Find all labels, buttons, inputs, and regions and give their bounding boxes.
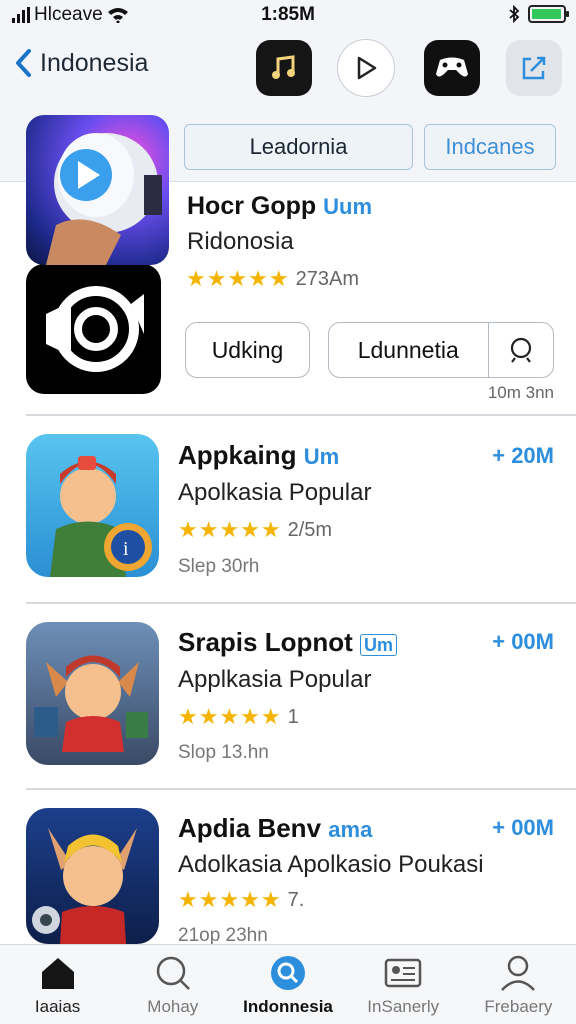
battery-icon <box>528 5 569 23</box>
segment-tab-2[interactable]: Indcanes <box>424 124 556 170</box>
tab-label: InSanerly <box>367 997 440 1016</box>
cartoon-character-icon <box>32 828 137 944</box>
featured-app-title: Hocr Gopp Uum <box>187 192 372 221</box>
get-button-3[interactable]: + 00M <box>492 815 554 841</box>
star-rating: ★★★★★ <box>186 266 290 291</box>
app-tag: Um <box>303 444 340 469</box>
app-desc-2: Applkasia Popular <box>178 666 372 693</box>
status-right <box>508 5 569 23</box>
tab-home[interactable]: Iaaias <box>0 945 115 1024</box>
search-button[interactable] <box>489 336 553 364</box>
get-button-2[interactable]: + 00M <box>492 629 554 655</box>
app-desc-1: Apolkasia Popular <box>178 479 372 506</box>
tab-bar: Iaaias Mohay Indonnesia InSanerly Frebae… <box>0 944 576 1024</box>
app-name-1: Appkaing Um <box>178 440 339 471</box>
bluetooth-icon <box>509 5 520 23</box>
tab-explore[interactable]: Indonnesia <box>230 945 345 1024</box>
app-title: Srapis Lopnot <box>178 627 353 657</box>
app-meta-2: Slop 13.hn <box>178 742 269 763</box>
star-rating: ★★★★★ <box>178 704 282 729</box>
app-tag: ama <box>328 817 373 842</box>
star-rating: ★★★★★ <box>178 517 282 542</box>
nav-bar: Indonesia <box>0 30 576 110</box>
app-title: Appkaing <box>178 440 297 470</box>
home-icon <box>41 958 74 989</box>
featured-app-tag: Uum <box>323 194 373 219</box>
app-icon-3[interactable] <box>26 808 159 944</box>
share-edit-icon <box>522 56 546 80</box>
app-desc-3: Adolkasia Apolkasio Poukasi <box>178 851 484 878</box>
get-button-1[interactable]: + 20M <box>492 443 554 469</box>
status-bar: Hlceave 1:85M <box>0 0 576 30</box>
profile-icon <box>501 955 536 991</box>
app-icon-1[interactable]: i <box>26 434 159 577</box>
game-controller-icon <box>436 57 468 77</box>
camera-lens-icon <box>46 286 144 372</box>
featured-button-2[interactable]: Ldunnetia <box>328 322 554 378</box>
app-icon-2[interactable] <box>26 622 159 765</box>
cartoon-character-icon: i <box>50 456 152 577</box>
play-button[interactable] <box>337 39 395 97</box>
featured-app-icon[interactable] <box>26 115 169 265</box>
game-button[interactable] <box>424 40 480 96</box>
tab-profile[interactable]: Frebaery <box>461 945 576 1024</box>
explore-icon <box>271 956 305 990</box>
divider <box>26 788 576 790</box>
battery-level <box>532 9 561 19</box>
search-icon <box>156 956 190 990</box>
chevron-left-icon <box>16 49 31 77</box>
featured-rating-text: 273Am <box>295 267 359 290</box>
divider <box>26 602 576 604</box>
back-button[interactable]: Indonesia <box>14 48 148 78</box>
featured-app-name: Hocr Gopp <box>187 192 317 220</box>
rating-text: 2/5m <box>287 518 333 541</box>
star-rating: ★★★★★ <box>178 887 282 912</box>
tab-updates[interactable]: InSanerly <box>346 945 461 1024</box>
music-icon <box>272 55 295 79</box>
app-meta-1: Slep 30rh <box>178 556 260 577</box>
divider <box>26 414 576 416</box>
featured-button-2-label: Ldunnetia <box>357 336 459 363</box>
segment-tab-1[interactable]: Leadornia <box>184 124 413 170</box>
rating-text: 1 <box>287 705 299 728</box>
tab-label: Frebaery <box>484 997 553 1016</box>
tab-label: Iaaias <box>34 997 81 1016</box>
share-button[interactable] <box>506 40 562 96</box>
updates-icon <box>384 958 422 988</box>
play-icon <box>357 56 377 80</box>
app-rating-2: ★★★★★ 1 <box>178 704 299 730</box>
svg-text:i: i <box>123 538 129 560</box>
featured-meta: 10m 3nn <box>487 383 554 402</box>
app-rating-1: ★★★★★ 2/5m <box>178 517 332 543</box>
cartoon-character-icon <box>34 655 148 752</box>
featured-button-1[interactable]: Udking <box>185 322 310 378</box>
app-tag: Um <box>360 634 398 656</box>
rating-text: 7. <box>287 888 305 911</box>
nav-title: Indonesia <box>40 48 149 77</box>
featured-app-subtitle: Ridonosia <box>187 228 294 255</box>
camera-app-icon[interactable] <box>26 264 161 394</box>
app-name-3: Apdia Benv ama <box>178 813 372 844</box>
speaker-play-icon <box>46 133 162 265</box>
app-title: Apdia Benv <box>178 813 322 843</box>
featured-app-rating: ★★★★★ 273Am <box>186 266 359 292</box>
tab-label: Mohay <box>147 997 199 1016</box>
tab-label: Indonnesia <box>243 997 333 1016</box>
app-rating-3: ★★★★★ 7. <box>178 887 304 913</box>
app-name-2: Srapis Lopnot Um <box>178 627 398 658</box>
status-time: 1:85M <box>261 4 315 25</box>
tab-search[interactable]: Mohay <box>115 945 230 1024</box>
music-app-button[interactable] <box>256 40 312 96</box>
search-icon <box>510 337 532 363</box>
